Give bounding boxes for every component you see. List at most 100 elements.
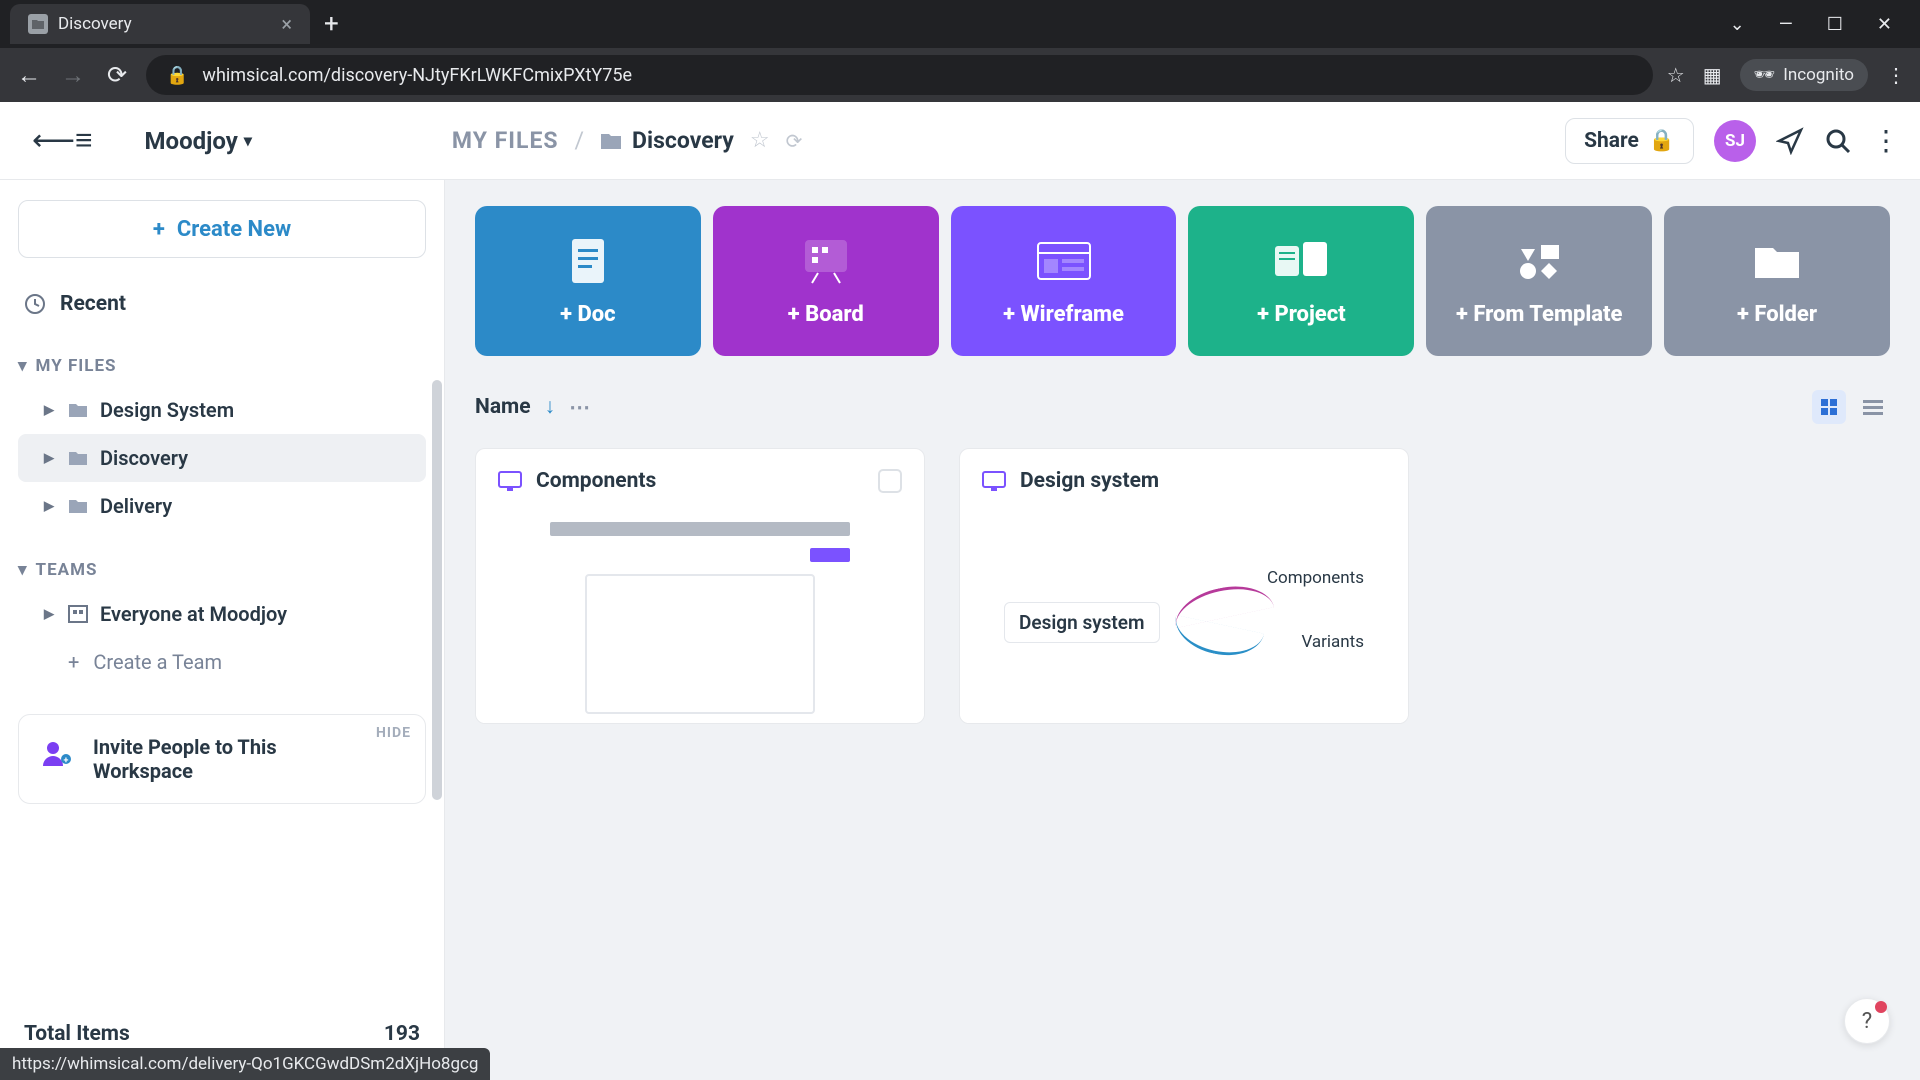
hide-button[interactable]: HIDE xyxy=(376,725,411,741)
workspace-dropdown[interactable]: Moodjoy ▾ xyxy=(145,127,252,155)
caret-right-icon[interactable]: ▶ xyxy=(44,403,56,418)
sidebar-section-files[interactable]: ▾ MY FILES xyxy=(18,356,426,376)
team-icon xyxy=(68,605,88,623)
tab-title: Discovery xyxy=(58,14,132,34)
create-team-button[interactable]: + Create a Team xyxy=(18,638,426,686)
sidebar-recent[interactable]: Recent xyxy=(18,282,426,326)
status-bar-url: https://whimsical.com/delivery-Qo1GKCGwd… xyxy=(0,1048,490,1080)
search-icon[interactable] xyxy=(1824,127,1852,155)
svg-text:+: + xyxy=(64,756,69,766)
card-components[interactable]: Components xyxy=(475,448,925,724)
create-tiles: + Doc + Board + Wireframe + Project + Fr… xyxy=(475,206,1890,356)
sidebar-folder-delivery[interactable]: ▶ Delivery xyxy=(18,482,426,530)
folder-icon xyxy=(68,498,88,514)
url-input[interactable]: 🔒 whimsical.com/discovery-NJtyFKrLWKFCmi… xyxy=(146,55,1653,95)
url-text: whimsical.com/discovery-NJtyFKrLWKFCmixP… xyxy=(202,65,632,86)
sidebar-folder-design-system[interactable]: ▶ Design System xyxy=(18,386,426,434)
breadcrumb-separator: / xyxy=(575,127,585,154)
breadcrumb: MY FILES / Discovery ☆ ⟳ xyxy=(452,127,802,154)
browser-chrome: Discovery × + ⌄ — ☐ ✕ ← → ⟳ 🔒 whimsical.… xyxy=(0,0,1920,102)
project-icon xyxy=(1271,236,1331,286)
preview-bar xyxy=(550,522,850,536)
doc-icon xyxy=(558,236,618,286)
card-design-system[interactable]: Design system Design system Components V… xyxy=(959,448,1409,724)
create-wireframe-tile[interactable]: + Wireframe xyxy=(951,206,1177,356)
mindmap-leaf: Components xyxy=(1267,568,1364,588)
extensions-icon[interactable]: ▦ xyxy=(1703,63,1722,87)
create-folder-tile[interactable]: + Folder xyxy=(1664,206,1890,356)
add-user-icon: + xyxy=(39,735,75,771)
forward-icon[interactable]: → xyxy=(58,61,88,90)
wireframe-icon xyxy=(982,471,1006,491)
lock-icon: 🔒 xyxy=(1649,129,1675,153)
sort-options-icon[interactable]: ⋯ xyxy=(569,395,590,420)
card-checkbox[interactable] xyxy=(878,469,902,493)
invite-people-card[interactable]: HIDE + Invite People to This Workspace xyxy=(18,714,426,804)
back-icon[interactable]: ← xyxy=(14,61,44,90)
maximize-icon[interactable]: ☐ xyxy=(1827,14,1843,35)
card-preview xyxy=(476,513,924,723)
incognito-icon: 🕶 xyxy=(1754,65,1776,85)
wireframe-icon xyxy=(1034,236,1094,286)
app: ⟵≡ Moodjoy ▾ MY FILES / Discovery ☆ ⟳ Sh… xyxy=(0,102,1920,1080)
browser-menu-icon[interactable]: ⋮ xyxy=(1886,63,1906,87)
create-doc-tile[interactable]: + Doc xyxy=(475,206,701,356)
sidebar-scrollbar[interactable] xyxy=(432,380,442,800)
user-avatar[interactable]: SJ xyxy=(1714,120,1756,162)
incognito-badge[interactable]: 🕶 Incognito xyxy=(1740,59,1868,91)
list-view-button[interactable] xyxy=(1856,390,1890,424)
folder-icon xyxy=(68,450,88,466)
menu-toggle-icon[interactable]: ⟵≡ xyxy=(20,123,105,158)
sidebar-team-everyone[interactable]: ▶ Everyone at Moodjoy xyxy=(18,590,426,638)
create-from-template-tile[interactable]: + From Template xyxy=(1426,206,1652,356)
create-new-button[interactable]: + Create New xyxy=(18,200,426,258)
sync-icon[interactable]: ⟳ xyxy=(786,129,803,153)
send-icon[interactable] xyxy=(1776,127,1804,155)
caret-down-icon: ▾ xyxy=(18,356,28,376)
sort-by-name[interactable]: Name xyxy=(475,395,531,419)
bookmark-star-icon[interactable]: ☆ xyxy=(1667,63,1685,87)
browser-tab[interactable]: Discovery × xyxy=(10,4,310,44)
address-bar: ← → ⟳ 🔒 whimsical.com/discovery-NJtyFKrL… xyxy=(0,48,1920,102)
sidebar-section-teams[interactable]: ▾ TEAMS xyxy=(18,560,426,580)
favorite-star-icon[interactable]: ☆ xyxy=(750,128,770,153)
sidebar-folder-discovery[interactable]: ▶ Discovery xyxy=(18,434,426,482)
caret-down-icon: ▾ xyxy=(18,560,28,580)
connector-line xyxy=(1170,615,1264,663)
wireframe-icon xyxy=(498,471,522,491)
create-project-tile[interactable]: + Project xyxy=(1188,206,1414,356)
breadcrumb-root[interactable]: MY FILES xyxy=(452,127,559,154)
window-controls: ⌄ — ☐ ✕ xyxy=(1730,14,1910,35)
card-title: Components xyxy=(536,469,656,493)
chevron-down-icon[interactable]: ⌄ xyxy=(1730,14,1745,35)
board-icon xyxy=(796,236,856,286)
caret-right-icon[interactable]: ▶ xyxy=(44,451,56,466)
plus-icon: + xyxy=(68,650,79,674)
chevron-down-icon: ▾ xyxy=(244,131,252,150)
help-button[interactable]: ? xyxy=(1844,998,1890,1044)
folder-icon xyxy=(600,132,622,150)
caret-right-icon[interactable]: ▶ xyxy=(44,607,56,622)
more-menu-icon[interactable]: ⋮ xyxy=(1872,124,1900,157)
preview-box xyxy=(585,574,815,714)
card-preview: Design system Components Variants xyxy=(960,513,1408,723)
folder-icon xyxy=(28,14,48,34)
breadcrumb-current[interactable]: Discovery xyxy=(600,127,734,154)
close-window-icon[interactable]: ✕ xyxy=(1877,14,1892,35)
folder-icon xyxy=(1747,236,1807,286)
tab-bar: Discovery × + ⌄ — ☐ ✕ xyxy=(0,0,1920,48)
caret-right-icon[interactable]: ▶ xyxy=(44,499,56,514)
lock-icon: 🔒 xyxy=(166,65,188,86)
new-tab-button[interactable]: + xyxy=(324,9,339,39)
sort-descending-icon[interactable]: ↓ xyxy=(545,395,556,419)
totals-value: 193 xyxy=(384,1022,420,1046)
preview-accent xyxy=(810,548,850,562)
share-button[interactable]: Share 🔒 xyxy=(1565,118,1694,164)
grid-view-button[interactable] xyxy=(1812,390,1846,424)
minimize-icon[interactable]: — xyxy=(1779,14,1793,35)
close-tab-icon[interactable]: × xyxy=(281,12,292,36)
reload-icon[interactable]: ⟳ xyxy=(102,61,132,89)
template-icon xyxy=(1509,236,1569,286)
view-toggle xyxy=(1812,390,1890,424)
create-board-tile[interactable]: + Board xyxy=(713,206,939,356)
